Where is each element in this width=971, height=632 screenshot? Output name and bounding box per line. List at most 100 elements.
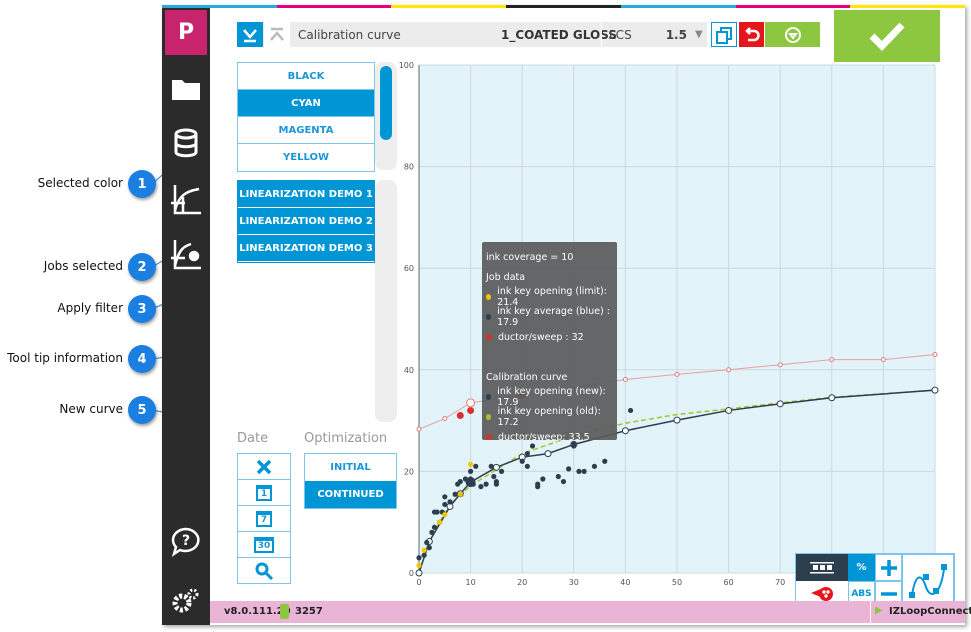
chevron-down-icon: ▼	[694, 29, 703, 40]
standard-select[interactable]: LCS 1.5 ▼	[601, 22, 711, 47]
scatter_blue-point	[478, 484, 484, 490]
x-tick-label: 70	[775, 578, 785, 587]
date-1-day-button[interactable]: 1	[237, 480, 291, 506]
apply-filter-button[interactable]	[765, 22, 820, 47]
connect-status[interactable]: IZLoopConnect	[889, 606, 971, 617]
calibration-chart[interactable]: 0 20 40 60 80 100 0 10 20 30 40 50 60 70	[395, 55, 955, 595]
date-30-days-button[interactable]: 30	[237, 532, 291, 558]
color-item-cyan[interactable]: CYAN	[238, 90, 374, 117]
x-tick-label: 20	[517, 578, 527, 587]
clear-date-button[interactable]	[237, 454, 291, 480]
color-item-magenta[interactable]: MAGENTA	[238, 117, 374, 144]
search-date-button[interactable]	[237, 558, 291, 584]
color-scrollbar[interactable]	[375, 62, 397, 170]
toolbar: Calibration curve 1_COATED GLOSS LCS 1.5 ▼	[237, 22, 707, 47]
collapse-down-icon[interactable]	[237, 22, 263, 47]
collapse-up-icon[interactable]	[264, 22, 290, 47]
scatter_blue-point	[473, 463, 479, 469]
scatter_blue-point	[576, 468, 582, 474]
scatter_blue-point	[431, 524, 438, 530]
series-ductor-point	[726, 367, 732, 373]
scrollbar-thumb[interactable]	[380, 66, 392, 140]
scatter_blue-point	[447, 499, 453, 505]
series-ductor-point	[442, 416, 448, 422]
calendar-icon: 7	[255, 510, 273, 527]
help-icon[interactable]: ?	[166, 524, 206, 560]
copy-icon[interactable]	[711, 22, 737, 47]
legend-dot	[486, 334, 492, 340]
scatter_blue-point	[488, 463, 494, 469]
tooltip-row: ink key average (blue) : 17.9	[486, 306, 613, 328]
chart-tooltip: ink coverage = 10 Job data ink key openi…	[482, 242, 617, 443]
scatter_blue-point	[457, 478, 463, 485]
jobs-scrollbar[interactable]	[375, 180, 397, 422]
scatter_blue-point	[468, 468, 474, 474]
curve-settings-icon[interactable]	[166, 237, 206, 273]
database-icon[interactable]	[166, 125, 206, 161]
settings-icon[interactable]	[166, 582, 206, 618]
scatter_blue-point	[493, 478, 499, 485]
y-tick-label: 20	[404, 467, 414, 476]
callout-badge: 1	[128, 170, 156, 198]
series-new-point	[931, 386, 939, 394]
series-new-point	[492, 463, 500, 471]
scatter_blue-point	[424, 539, 430, 546]
legend-dot	[486, 394, 492, 400]
tooltip-row: ductor/sweep: 33.5	[486, 427, 613, 447]
color-item-yellow[interactable]: YELLOW	[238, 144, 374, 171]
scatter_red-point	[467, 406, 475, 414]
scatter_red-point	[456, 412, 464, 420]
scatter_yellow-point	[468, 461, 474, 467]
optimization-continued[interactable]: CONTINUED	[305, 481, 396, 508]
tooltip-value: ductor/sweep : 32	[498, 331, 584, 343]
y-tick-label: 0	[409, 569, 414, 578]
page-title: Calibration curve	[298, 27, 401, 42]
callout-badge: 3	[128, 295, 156, 323]
job-item[interactable]: LINEARIZATION DEMO 1	[238, 181, 374, 208]
x-tick-label: 30	[569, 578, 579, 587]
zoom-in-icon[interactable]	[875, 554, 902, 581]
optimization-initial[interactable]: INITIAL	[305, 454, 396, 481]
tooltip-row: ink key opening (old): 17.2	[486, 406, 613, 428]
x-tick-label: 50	[672, 578, 682, 587]
highlight-ductor-point	[466, 398, 476, 408]
x-tick-label: 10	[466, 578, 476, 587]
scatter_yellow-point	[437, 519, 443, 525]
y-tick-label: 80	[404, 163, 414, 172]
series-ductor-point	[932, 352, 938, 358]
scatter_blue-point	[452, 491, 458, 497]
color-item-black[interactable]: BLACK	[238, 63, 374, 90]
x-tick-label: 60	[724, 578, 734, 587]
ink-keys-icon[interactable]	[796, 554, 848, 581]
tooltip-row: ink key opening (limit): 21.4	[486, 286, 613, 308]
percent-button[interactable]: %	[848, 554, 875, 581]
scatter_blue-point	[498, 468, 505, 474]
scatter_blue-point	[535, 484, 541, 490]
y-tick-label: 40	[404, 366, 414, 375]
series-new-point	[776, 400, 784, 408]
series-new-point	[621, 427, 629, 435]
series-ductor-point	[829, 357, 835, 363]
job-item[interactable]: LINEARIZATION DEMO 3	[238, 235, 374, 262]
series-ductor-point	[622, 376, 628, 382]
legend-dot	[486, 314, 492, 320]
scatter_blue-point	[627, 407, 634, 414]
date-label: Date	[237, 431, 269, 446]
curve-icon[interactable]	[166, 182, 206, 218]
series-new-point	[828, 394, 836, 402]
scatter_blue-point	[566, 466, 572, 472]
job-item[interactable]: LINEARIZATION DEMO 2	[238, 208, 374, 235]
legend-dot	[486, 414, 492, 420]
standard-label: LCS	[609, 27, 632, 42]
calendar-icon: 30	[253, 536, 275, 553]
series-ductor-point	[777, 362, 783, 368]
scatter_blue-point	[442, 501, 448, 508]
undo-icon[interactable]	[739, 22, 764, 47]
folder-icon[interactable]	[166, 70, 206, 106]
date-7-days-button[interactable]: 7	[237, 506, 291, 532]
callout-label: Selected color	[37, 176, 123, 190]
callout-badge: 4	[128, 345, 156, 373]
curve-edit-icon[interactable]	[902, 554, 954, 607]
tooltip-value: ink key opening (old): 17.2	[497, 406, 601, 428]
callout-label: New curve	[59, 402, 123, 416]
